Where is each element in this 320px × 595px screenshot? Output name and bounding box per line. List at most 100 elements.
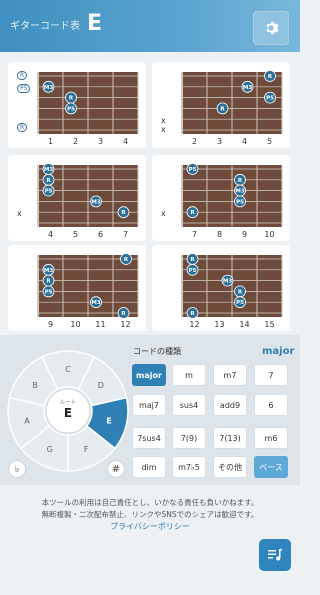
fret-number: 8 (216, 230, 223, 239)
chord-tone-dot: P5 (234, 195, 246, 208)
svg-text:M3: M3 (44, 268, 53, 274)
disclaimer-line-1: 本ツールの利用は自己責任とし、いかなる責任も負いかねます。 (41, 498, 259, 507)
chord-tone-dot: R (186, 206, 199, 219)
chord-tone-dot: R (42, 173, 55, 186)
chord-type-button[interactable]: major (132, 364, 166, 386)
fretboard: RP5M3RP5R (181, 253, 283, 319)
open-string-marker: R (17, 123, 28, 132)
muted-string-marker: x (161, 125, 166, 134)
svg-text:M3: M3 (235, 189, 244, 195)
chord-tone-dot: P5 (42, 184, 55, 197)
root-note-label: F (84, 445, 89, 454)
chord-tone-dot: M3 (221, 274, 234, 287)
svg-text:M3: M3 (243, 85, 252, 91)
muted-string-marker: x (161, 209, 166, 218)
app-title: ギターコード表 (10, 21, 80, 32)
muted-string-marker: x (17, 209, 22, 218)
chord-tone-dot: R (117, 206, 130, 219)
svg-text:M3: M3 (223, 279, 232, 285)
root-note-label: D (98, 381, 104, 390)
chord-type-button[interactable]: 7sus4 (132, 427, 166, 449)
chord-type-button[interactable]: m6 (254, 427, 288, 449)
gear-icon (266, 22, 279, 34)
chord-tone-dot: R (42, 274, 55, 287)
chord-type-button[interactable]: ベース (254, 456, 288, 478)
chord-type-button[interactable]: maj7 (132, 394, 166, 416)
fret-number: 5 (266, 137, 273, 146)
chord-tone-dot: P5 (264, 91, 276, 104)
chord-type-button[interactable]: 6 (254, 394, 288, 416)
privacy-policy-link[interactable]: プライバシーポリシー (0, 521, 300, 532)
fret-number: 1 (47, 137, 54, 146)
chord-tone-dot: P5 (65, 102, 77, 115)
root-value: E (64, 406, 72, 420)
chord-diagram-card[interactable]: R M3 P5 R 2 3 4 5 x x (152, 62, 290, 148)
chord-diagram-card[interactable]: P5 R M3 P5 R 7 8 9 10 x (152, 155, 290, 241)
chord-diagram-card[interactable]: M3 R P5 M3 R 4 5 6 7 x (8, 155, 146, 241)
chord-type-button[interactable]: 7(9) (172, 427, 206, 449)
fret-number: 11 (95, 320, 106, 329)
chord-type-title: コードの種類 (133, 347, 181, 356)
fret-number: 4 (47, 230, 54, 239)
chord-tone-dot: R (186, 307, 199, 319)
app-header: ギターコード表 E (0, 0, 300, 52)
music-list-icon (268, 549, 282, 561)
current-chord-type: major (262, 346, 295, 357)
chord-tone-dot: R (120, 253, 132, 265)
fret-number: 12 (189, 320, 200, 329)
root-note-label: G (47, 445, 53, 454)
fret-number: 9 (241, 230, 248, 239)
chord-tone-dot: R (216, 102, 229, 115)
chord-tone-dot: P5 (186, 163, 199, 175)
flat-button[interactable]: ♭ (8, 460, 26, 478)
fret-number: 3 (97, 137, 104, 146)
svg-text:M3: M3 (91, 300, 100, 306)
chord-tone-dot: R (186, 253, 199, 265)
svg-text:P5: P5 (236, 300, 244, 306)
svg-text:M3: M3 (44, 85, 53, 91)
fretboard: RM3RP5M3R (37, 253, 139, 319)
chord-type-button[interactable]: 7(13) (213, 427, 247, 449)
chord-diagram-card[interactable]: R P5 M3 R P5 R 12 13 14 15 (152, 245, 290, 331)
chord-type-button[interactable]: 7 (254, 364, 288, 386)
fret-number: 12 (120, 320, 131, 329)
chord-tone-dot: M3 (90, 296, 102, 309)
fretboard: M3RP5M3R (37, 163, 139, 227)
chord-tone-dot: M3 (90, 195, 102, 208)
chord-type-button[interactable]: その他 (213, 456, 247, 478)
chord-type-button[interactable]: dim (132, 456, 166, 478)
sharp-button[interactable]: # (107, 460, 125, 478)
fret-number: 15 (264, 320, 275, 329)
chord-type-button[interactable]: m7♭5 (172, 456, 206, 478)
svg-text:P5: P5 (266, 96, 274, 102)
chord-diagram-card[interactable]: M3 R P5 1 2 3 4 R P5 R (8, 62, 146, 148)
chord-tone-dot: M3 (42, 263, 55, 276)
chord-tone-dot: M3 (241, 80, 254, 93)
disclaimer-line-2: 無断複製・二次配布禁止、リンクやSNSでのシェアは歓迎です。 (41, 510, 259, 519)
svg-text:M3: M3 (44, 167, 53, 173)
chord-diagram-card[interactable]: R M3 R P5 M3 R 9 10 11 12 (8, 245, 146, 331)
fretboard: P5 R M3 P5 R (181, 163, 283, 227)
chord-tone-dot: P5 (234, 296, 246, 309)
chord-tone-dot: R (234, 173, 246, 186)
chord-type-button[interactable]: m7 (213, 364, 247, 386)
open-string-marker: P5 (17, 84, 31, 93)
svg-text:M3: M3 (91, 199, 100, 205)
chord-tone-dot: R (264, 70, 276, 82)
chord-type-button[interactable]: sus4 (172, 394, 206, 416)
fret-number: 14 (239, 320, 250, 329)
fret-number: 10 (70, 320, 81, 329)
open-string-marker: R (17, 71, 28, 80)
fretboard: R M3 P5 R (181, 70, 283, 134)
root-note-wheel[interactable]: CDEFGABルートE (6, 343, 130, 479)
root-note-label: B (32, 381, 38, 390)
settings-button[interactable] (253, 11, 289, 45)
chord-type-button[interactable]: m (172, 364, 206, 386)
chord-type-button[interactable]: add9 (213, 394, 247, 416)
muted-string-marker: x (161, 116, 166, 125)
chord-list-button[interactable] (259, 539, 291, 571)
fret-number: 7 (122, 230, 129, 239)
root-note-label: A (24, 416, 30, 425)
chord-tone-dot: R (234, 285, 246, 298)
fret-number: 4 (241, 137, 248, 146)
